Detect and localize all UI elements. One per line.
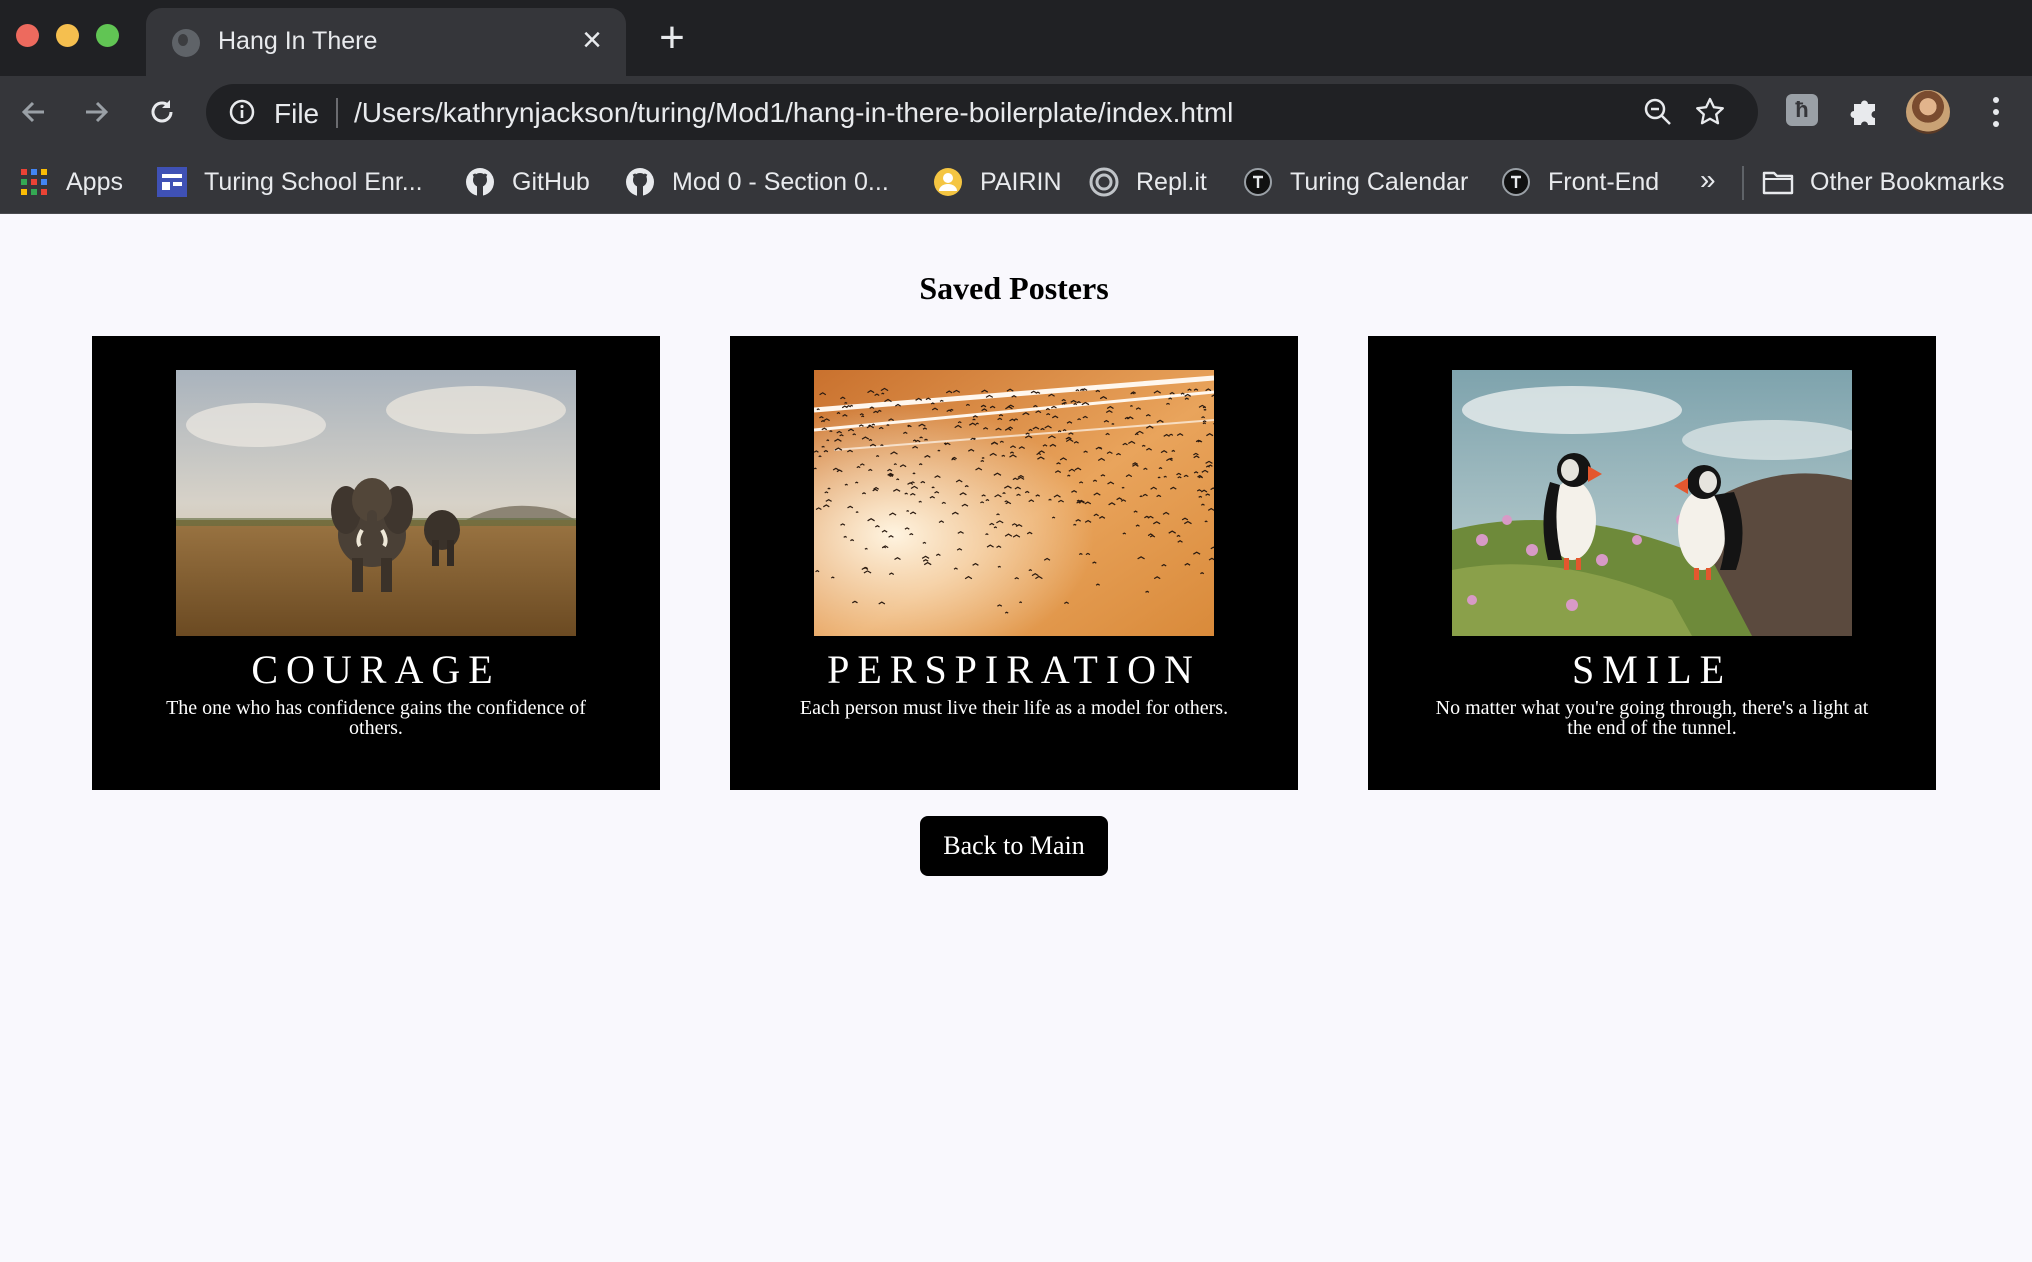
omnibox-divider [336, 98, 338, 128]
bookmark-github[interactable]: GitHub [464, 162, 590, 202]
zoom-out-icon[interactable] [1642, 96, 1674, 128]
saved-poster-courage[interactable]: COURAGE The one who has confidence gains… [92, 336, 660, 790]
bookmark-label: Mod 0 - Section 0... [672, 167, 889, 196]
window-minimize-button[interactable] [56, 24, 79, 47]
bookmark-label: PAIRIN [980, 167, 1062, 196]
apps-grid-icon [21, 169, 47, 195]
bookmark-turing-school[interactable]: Turing School Enr... [156, 162, 423, 202]
poster-quote: No matter what you're going through, the… [1435, 697, 1869, 739]
bookmark-label: Apps [66, 167, 123, 196]
bookmark-label: Turing Calendar [1290, 167, 1469, 196]
bookmark-pairin[interactable]: PAIRIN [932, 162, 1062, 202]
pairin-icon [934, 168, 962, 196]
poster-title: COURAGE [251, 647, 501, 692]
extension-icon[interactable]: ħ [1786, 94, 1818, 126]
info-icon[interactable] [228, 98, 256, 126]
bookmark-replit[interactable]: Repl.it [1088, 162, 1207, 202]
back-to-main-button[interactable]: Back to Main [920, 816, 1108, 876]
bookmark-label: Other Bookmarks [1810, 167, 2005, 196]
poster-image-elephants [176, 370, 576, 636]
bookmarks-overflow-chevron[interactable]: » [1700, 164, 1716, 196]
url-text[interactable]: /Users/kathrynjackson/turing/Mod1/hang-i… [354, 97, 1233, 129]
puzzle-icon[interactable] [1846, 92, 1884, 130]
bookmark-label: GitHub [512, 167, 590, 196]
poster-title: SMILE [1572, 647, 1732, 692]
bookmarks-divider [1742, 166, 1744, 200]
saved-poster-smile[interactable]: SMILE No matter what you're going throug… [1368, 336, 1936, 790]
globe-icon [172, 29, 200, 57]
turing-icon [1502, 168, 1530, 196]
address-bar[interactable]: File /Users/kathrynjackson/turing/Mod1/h… [206, 84, 1758, 140]
bookmarks-bar: Apps Turing School Enr... GitHub Mod 0 -… [0, 152, 2032, 214]
browser-toolbar: File /Users/kathrynjackson/turing/Mod1/h… [0, 76, 2032, 152]
bookmark-label: Repl.it [1136, 167, 1207, 196]
poster-image-puffins [1452, 370, 1852, 636]
url-scheme: File [274, 98, 320, 129]
poster-title: PERSPIRATION [827, 647, 1201, 692]
page-content: Saved Posters COURAGE The one who has co… [0, 214, 2032, 1262]
bookmark-apps[interactable]: Apps [18, 162, 123, 202]
reload-icon[interactable] [140, 90, 184, 134]
poster-image-birds [814, 370, 1214, 636]
turing-icon [1244, 168, 1272, 196]
other-bookmarks-folder[interactable]: Other Bookmarks [1762, 162, 2005, 202]
back-arrow-icon[interactable] [12, 90, 56, 134]
window-close-button[interactable] [16, 24, 39, 47]
profile-avatar[interactable] [1906, 90, 1950, 134]
new-tab-button[interactable]: + [652, 16, 692, 60]
window-maximize-button[interactable] [96, 24, 119, 47]
github-icon [626, 168, 654, 196]
saved-poster-perspiration[interactable]: PERSPIRATION Each person must live their… [730, 336, 1298, 790]
tab-close-icon[interactable]: × [574, 22, 610, 58]
bookmark-star-icon[interactable] [1694, 96, 1726, 128]
forward-arrow-icon[interactable] [74, 90, 118, 134]
browser-tab[interactable]: Hang In There × [146, 8, 626, 76]
bookmark-front-end[interactable]: Front-End [1500, 162, 1659, 202]
browser-titlebar: Hang In There × + [0, 0, 2032, 76]
folder-icon [1762, 171, 1794, 195]
github-icon [466, 168, 494, 196]
kebab-menu-icon[interactable] [1980, 92, 2012, 132]
poster-quote: The one who has confidence gains the con… [166, 697, 586, 739]
bookmark-turing-calendar[interactable]: Turing Calendar [1242, 162, 1468, 202]
replit-icon [1089, 167, 1119, 197]
bookmark-label: Front-End [1548, 167, 1660, 196]
bookmark-mod-0[interactable]: Mod 0 - Section 0... [624, 162, 889, 202]
bookmark-label: Turing School Enr... [204, 167, 423, 196]
tab-title: Hang In There [218, 27, 378, 55]
page-title: Saved Posters [919, 270, 1109, 306]
form-icon [157, 167, 187, 197]
poster-quote: Each person must live their life as a mo… [799, 697, 1229, 719]
